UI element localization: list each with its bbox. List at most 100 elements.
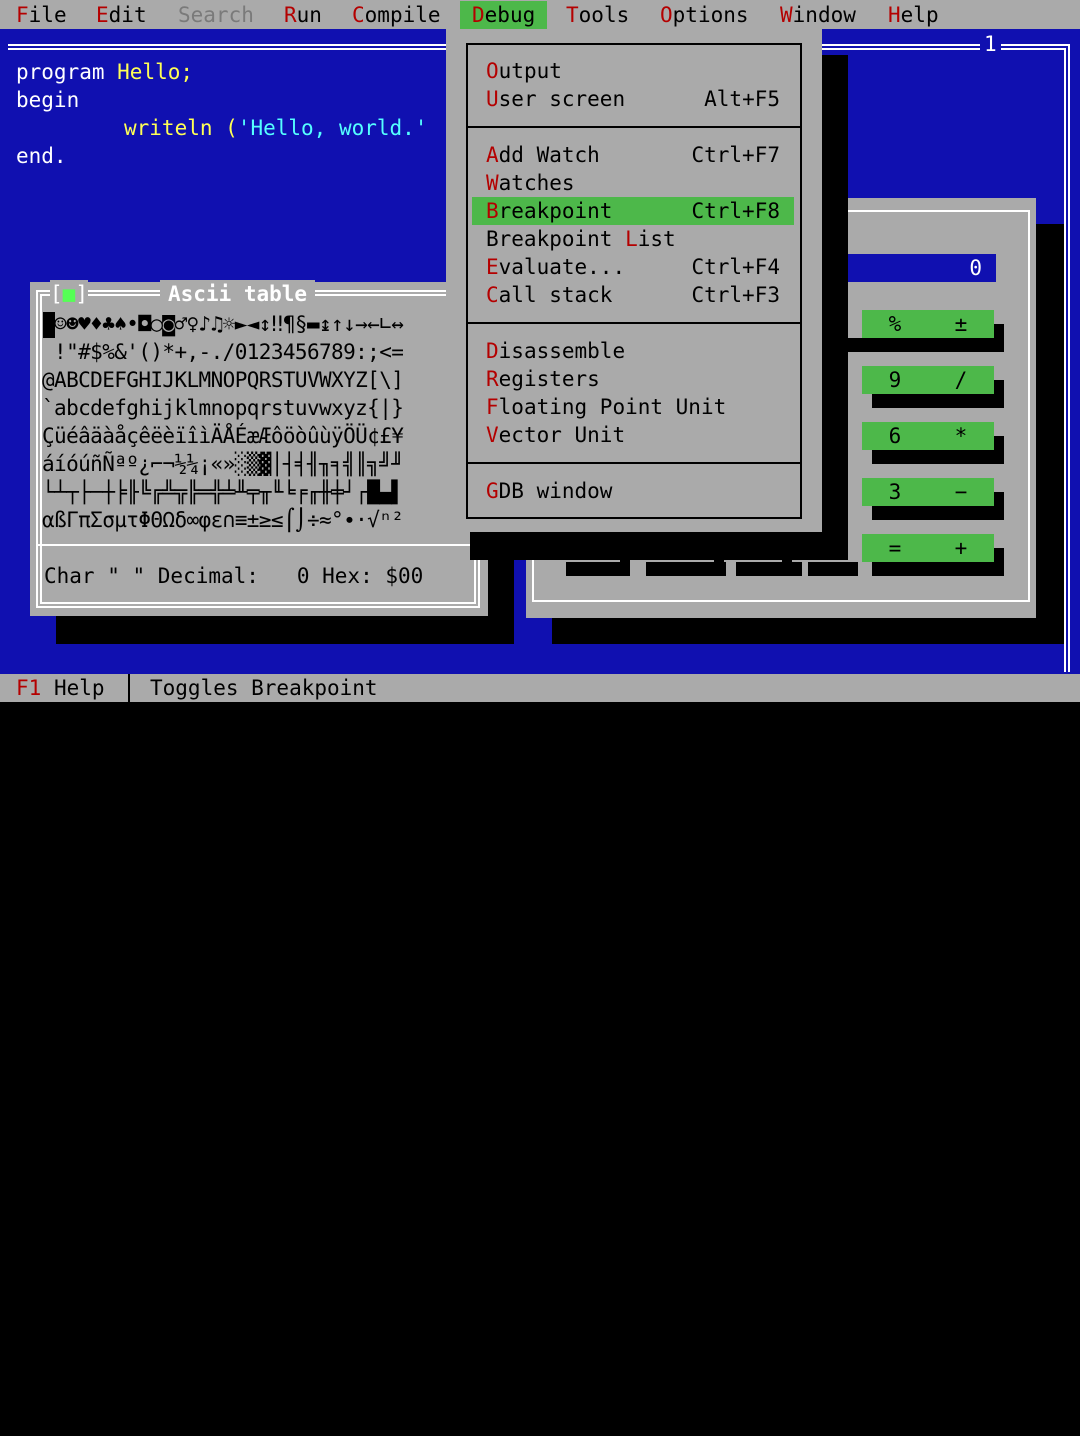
menu-item-label: atches xyxy=(498,171,575,195)
hotkey: B xyxy=(486,199,499,223)
menu-edit[interactable]: Edit xyxy=(96,1,147,29)
menu-item-label: egisters xyxy=(498,367,600,391)
menu-search[interactable]: Search xyxy=(178,1,254,29)
menu-item-label: dd Watch xyxy=(498,143,600,167)
key-3[interactable]: 3 xyxy=(862,478,928,506)
code-string: 'Hello, world.' xyxy=(237,116,428,140)
menu-item-label: utput xyxy=(498,59,562,83)
hotkey: U xyxy=(486,87,499,111)
ascii-separator xyxy=(36,544,480,546)
hotkey: L xyxy=(625,227,638,251)
menu-file[interactable]: File xyxy=(16,1,67,29)
menu-item-gdb-window[interactable]: GDB window xyxy=(472,477,794,505)
menu-item-shortcut: Ctrl+F8 xyxy=(691,199,780,223)
menu-search-label: Search xyxy=(178,3,254,27)
key-6[interactable]: 6 xyxy=(862,422,928,450)
key-shadow xyxy=(994,436,1004,458)
menu-edit-label: dit xyxy=(108,3,147,27)
ascii-close-button[interactable]: [■] xyxy=(50,280,88,308)
code-line-4[interactable]: end. xyxy=(16,142,67,170)
menu-item-label: ector Unit xyxy=(498,423,626,447)
key-minus[interactable]: − xyxy=(928,478,994,506)
key-shadow xyxy=(736,562,802,576)
menu-item-shortcut: Ctrl+F3 xyxy=(691,283,780,307)
ascii-table-window[interactable]: [■] Ascii table ☺☻♥♦♣♠•◘○◙♂♀♪♫☼►◄↕‼¶§▬↨↑… xyxy=(30,280,488,616)
menu-item-call-stack[interactable]: Call stack Ctrl+F3 xyxy=(472,281,794,309)
menu-item-label: ist xyxy=(637,227,676,251)
hotkey: O xyxy=(486,59,499,83)
menu-item-shortcut: Alt+F5 xyxy=(704,87,780,111)
ascii-row[interactable]: áíóúñÑªº¿⌐¬½¼¡«»░▒▓│┤╡╢╖╕╣║╗╝╜ xyxy=(42,450,404,478)
menu-item-fpu[interactable]: Floating Point Unit xyxy=(472,393,794,421)
menu-item-shortcut: Ctrl+F4 xyxy=(691,255,780,279)
menu-item-label: isassemble xyxy=(498,339,626,363)
menu-item-breakpoint[interactable]: Breakpoint Ctrl+F8 xyxy=(472,197,794,225)
menu-compile[interactable]: Compile xyxy=(352,1,441,29)
menu-help-hotkey: H xyxy=(888,3,901,27)
key-equals[interactable]: = xyxy=(862,534,928,562)
key-plus[interactable]: + xyxy=(928,534,994,562)
menu-item-breakpoint-list[interactable]: Breakpoint List xyxy=(472,225,794,253)
menu-tools[interactable]: Tools xyxy=(566,1,629,29)
code-line-1[interactable]: program Hello; xyxy=(16,58,193,86)
menu-item-label: all stack xyxy=(498,283,613,307)
key-multiply[interactable]: * xyxy=(928,422,994,450)
menu-item-watches[interactable]: Watches xyxy=(472,169,794,197)
hotkey: F xyxy=(486,395,499,419)
ascii-row[interactable]: `abcdefghijklmnopqrstuvwxyz{|} xyxy=(42,394,404,422)
hotkey: G xyxy=(486,479,499,503)
key-plus-minus[interactable]: ± xyxy=(928,310,994,338)
key-9[interactable]: 9 xyxy=(862,366,928,394)
menu-window-hotkey: W xyxy=(780,3,793,27)
menu-item-output[interactable]: Output xyxy=(472,57,794,85)
menu-bar: File Edit Search Run Compile Debug Tools… xyxy=(0,0,1080,29)
code-call: writeln ( xyxy=(124,116,238,140)
menu-separator xyxy=(466,126,802,128)
menu-compile-hotkey: C xyxy=(352,3,365,27)
hotkey: E xyxy=(486,255,499,279)
menu-item-disassemble[interactable]: Disassemble xyxy=(472,337,794,365)
menu-item-user-screen[interactable]: User screen Alt+F5 xyxy=(472,85,794,113)
menu-window-label: indow xyxy=(792,3,856,27)
menu-item-evaluate[interactable]: Evaluate... Ctrl+F4 xyxy=(472,253,794,281)
menu-debug[interactable]: Debug xyxy=(460,1,548,29)
menu-help[interactable]: Help xyxy=(888,1,939,29)
menu-item-shortcut: Ctrl+F7 xyxy=(691,143,780,167)
window-number: 1 xyxy=(980,30,1001,58)
menu-file-label: ile xyxy=(28,3,67,27)
menu-run-label: un xyxy=(296,3,322,27)
ascii-row[interactable]: ÇüéâäàåçêëèïîìÄÅÉæÆôöòûùÿÖÜ¢£¥ xyxy=(42,422,404,450)
menu-run[interactable]: Run xyxy=(284,1,322,29)
menu-item-registers[interactable]: Registers xyxy=(472,365,794,393)
key-shadow xyxy=(994,324,1004,346)
menu-compile-label: ompile xyxy=(364,3,441,27)
menu-options-label: ptions xyxy=(672,3,749,27)
key-percent[interactable]: % xyxy=(862,310,928,338)
status-bar: F1 Help Toggles Breakpoint xyxy=(0,674,1080,702)
menu-item-label: valuate... xyxy=(498,255,626,279)
code-keyword: program xyxy=(16,60,118,84)
menu-tools-hotkey: T xyxy=(566,3,579,27)
menu-file-hotkey: F xyxy=(16,3,29,27)
menu-item-label: reakpoint xyxy=(498,199,613,223)
ascii-row[interactable]: └┴┬├─┼╞╟╚╔╩╦╠═╬╧╨╤╥╙╘╒╓╫╪┘┌█▄▌ xyxy=(42,478,404,506)
screen-bottom-border xyxy=(0,702,1080,718)
menu-item-add-watch[interactable]: Add Watch Ctrl+F7 xyxy=(472,141,794,169)
key-shadow xyxy=(808,562,858,576)
ascii-row[interactable]: αßΓπΣσµτΦΘΩδ∞φε∩≡±≥≤⌠⌡÷≈°∙·√ⁿ² xyxy=(42,506,404,534)
ascii-row[interactable]: @ABCDEFGHIJKLMNOPQRSTUVWXYZ[\] xyxy=(42,366,404,394)
hotkey: A xyxy=(486,143,499,167)
menu-item-vector-unit[interactable]: Vector Unit xyxy=(472,421,794,449)
ascii-title: Ascii table xyxy=(160,280,316,308)
code-line-2[interactable]: begin xyxy=(16,86,79,114)
code-line-3[interactable]: writeln ('Hello, world.' xyxy=(124,114,427,142)
status-help-key[interactable]: F1 Help xyxy=(16,674,105,702)
close-icon: ■ xyxy=(62,282,76,306)
hotkey: D xyxy=(486,339,499,363)
menu-window[interactable]: Window xyxy=(780,1,856,29)
ascii-row[interactable]: !"#$%&'()*+,-./0123456789:;<= xyxy=(42,338,404,366)
key-divide[interactable]: / xyxy=(928,366,994,394)
status-key: F1 xyxy=(16,676,42,700)
ascii-row[interactable]: ☺☻♥♦♣♠•◘○◙♂♀♪♫☼►◄↕‼¶§▬↨↑↓→←∟↔ xyxy=(42,310,404,338)
menu-options[interactable]: Options xyxy=(660,1,749,29)
